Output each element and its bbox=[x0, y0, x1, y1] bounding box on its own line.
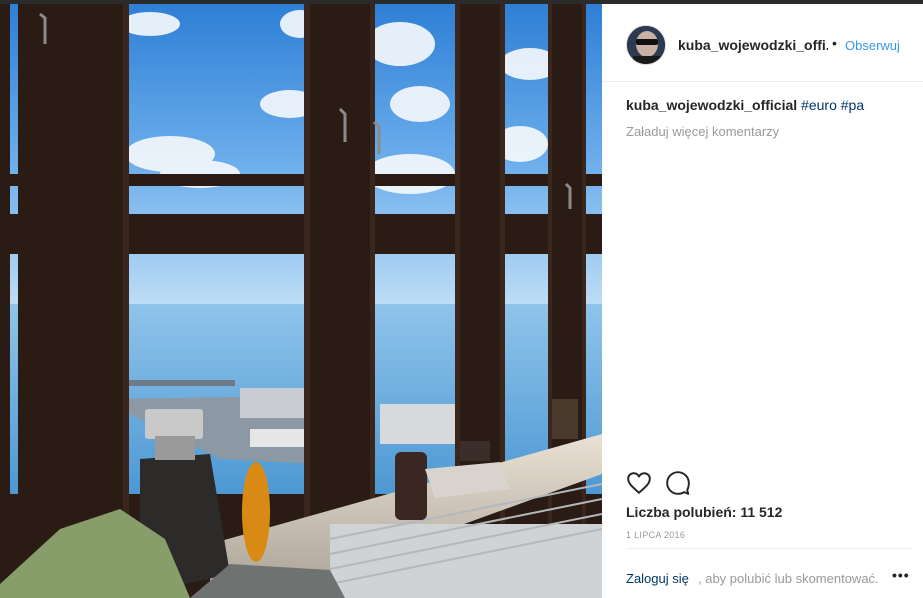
post-sidebar: kuba_wojewodzki_offi... • Obserwuj kuba_… bbox=[602, 4, 923, 598]
post-username[interactable]: kuba_wojewodzki_offi... bbox=[678, 37, 828, 53]
load-more-comments-link[interactable]: Załaduj więcej komentarzy bbox=[626, 124, 906, 139]
comment-icon[interactable] bbox=[665, 470, 691, 496]
comments-section: kuba_wojewodzki_official #euro #pa Załad… bbox=[626, 96, 906, 139]
separator-dot: • bbox=[832, 35, 837, 51]
likes-count[interactable]: Liczba polubień: 11 512 bbox=[626, 504, 782, 520]
avatar-image bbox=[627, 26, 665, 64]
login-footer: Zaloguj się , aby polubić lub skomentowa… bbox=[626, 548, 911, 598]
post-photo[interactable] bbox=[0, 4, 602, 598]
caption-username[interactable]: kuba_wojewodzki_official bbox=[626, 97, 797, 113]
post-header: kuba_wojewodzki_offi... • Obserwuj bbox=[602, 4, 923, 82]
hashtag-euro[interactable]: #euro bbox=[801, 97, 837, 113]
post-date: 1 LIPCA 2016 bbox=[626, 530, 686, 540]
instagram-post: kuba_wojewodzki_offi... • Obserwuj kuba_… bbox=[0, 0, 923, 598]
action-bar bbox=[602, 468, 923, 504]
follow-button[interactable]: Obserwuj bbox=[845, 38, 900, 53]
avatar[interactable] bbox=[626, 25, 666, 65]
post-caption: kuba_wojewodzki_official #euro #pa bbox=[626, 96, 906, 114]
login-link[interactable]: Zaloguj się bbox=[626, 571, 689, 586]
more-options-icon[interactable]: ••• bbox=[892, 567, 910, 583]
heart-icon[interactable] bbox=[626, 470, 652, 496]
login-prompt-text: , aby polubić lub skomentować. bbox=[698, 571, 879, 586]
hashtag-pa[interactable]: #pa bbox=[841, 97, 864, 113]
